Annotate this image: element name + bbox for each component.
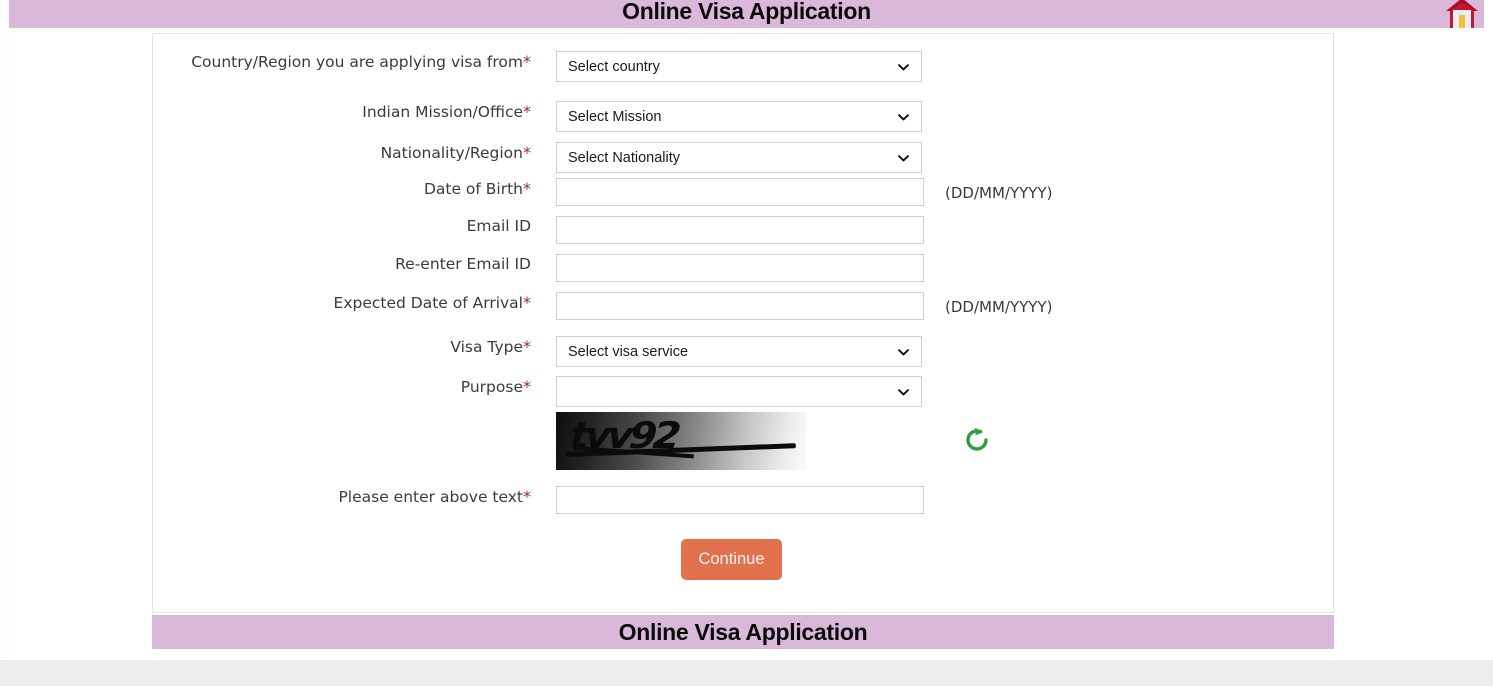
field-label: Expected Date of Arrival* xyxy=(333,293,531,312)
refresh-icon[interactable] xyxy=(960,423,994,457)
required-asterisk: * xyxy=(523,52,531,71)
chevron-down-icon xyxy=(898,113,909,120)
form-row: Date of Birth* (DD/MM/YYYY) xyxy=(153,178,1333,208)
visa-application-form: Country/Region you are applying visa fro… xyxy=(152,33,1334,613)
field-control: (DD/MM/YYYY) xyxy=(556,178,1052,208)
required-asterisk: * xyxy=(523,179,531,198)
home-icon[interactable] xyxy=(1444,0,1480,30)
select-value: Select Mission xyxy=(568,108,662,125)
form-row: Email ID xyxy=(153,216,1333,244)
field-label: Re-enter Email ID xyxy=(395,255,531,273)
bottom-banner: Online Visa Application xyxy=(152,615,1334,649)
bottom-chrome-strip xyxy=(0,660,1493,686)
required-asterisk: * xyxy=(523,293,531,312)
left-page-gutter xyxy=(0,0,9,660)
captcha-input-row: Please enter above text* xyxy=(153,486,1333,514)
select-visa-type[interactable]: Select visa service xyxy=(556,336,922,367)
field-label: Email ID xyxy=(466,217,531,235)
select-country-region-you-are-applying-visa-from[interactable]: Select country xyxy=(556,51,922,82)
field-control xyxy=(556,216,924,244)
captcha-input[interactable] xyxy=(556,486,924,514)
captcha-row: tvv92 xyxy=(153,412,1333,470)
field-control: Select country xyxy=(556,51,922,82)
form-row: Purpose* xyxy=(153,376,1333,407)
required-asterisk: * xyxy=(523,337,531,356)
select-value: Select country xyxy=(568,58,660,75)
form-row: Visa Type* Select visa service xyxy=(153,336,1333,367)
select-nationality-region[interactable]: Select Nationality xyxy=(556,142,922,173)
footer-title: Online Visa Application xyxy=(618,619,868,645)
field-control xyxy=(556,376,922,407)
field-control: Select Nationality xyxy=(556,142,922,173)
form-row: Re-enter Email ID xyxy=(153,254,1333,282)
field-label: Indian Mission/Office* xyxy=(362,102,531,121)
captcha-input-label: Please enter above text* xyxy=(338,487,531,506)
captcha-control: tvv92 xyxy=(556,412,988,470)
field-control xyxy=(556,254,924,282)
field-hint: (DD/MM/YYYY) xyxy=(945,298,1053,316)
submit-row: Continue xyxy=(153,539,1333,580)
select-value: Select Nationality xyxy=(568,149,681,166)
required-asterisk: * xyxy=(523,143,531,162)
field-label: Date of Birth* xyxy=(423,179,531,198)
input-re-enter-email-id[interactable] xyxy=(556,254,924,282)
field-label: Country/Region you are applying visa fro… xyxy=(191,52,531,71)
input-email-id[interactable] xyxy=(556,216,924,244)
input-expected-date-of-arrival[interactable] xyxy=(556,292,924,320)
input-date-of-birth[interactable] xyxy=(556,178,924,206)
field-hint: (DD/MM/YYYY) xyxy=(945,184,1053,202)
field-control: (DD/MM/YYYY) xyxy=(556,292,1052,322)
field-control: Select Mission xyxy=(556,101,922,132)
page-title: Online Visa Application xyxy=(622,0,871,24)
chevron-down-icon xyxy=(898,388,909,395)
field-label: Visa Type* xyxy=(450,337,531,356)
form-row: Nationality/Region* Select Nationality xyxy=(153,142,1333,173)
required-asterisk: * xyxy=(523,377,531,396)
page-root: Online Visa Application Country/Region y… xyxy=(0,0,1493,686)
form-row: Country/Region you are applying visa fro… xyxy=(153,51,1333,82)
chevron-down-icon xyxy=(898,63,909,70)
select-value: Select visa service xyxy=(568,343,689,360)
chevron-down-icon xyxy=(898,154,909,161)
top-banner: Online Visa Application xyxy=(9,0,1484,28)
field-control: Select visa service xyxy=(556,336,922,367)
required-asterisk: * xyxy=(523,487,531,506)
required-asterisk: * xyxy=(523,102,531,121)
select-purpose[interactable] xyxy=(556,376,922,407)
field-label: Nationality/Region* xyxy=(380,143,531,162)
field-label: Purpose* xyxy=(460,377,531,396)
continue-button[interactable]: Continue xyxy=(681,539,782,580)
form-row: Expected Date of Arrival* (DD/MM/YYYY) xyxy=(153,292,1333,322)
captcha-input-control xyxy=(556,486,924,514)
chevron-down-icon xyxy=(898,348,909,355)
select-indian-mission-office[interactable]: Select Mission xyxy=(556,101,922,132)
form-row: Indian Mission/Office* Select Mission xyxy=(153,101,1333,132)
captcha-image: tvv92 xyxy=(556,412,806,470)
